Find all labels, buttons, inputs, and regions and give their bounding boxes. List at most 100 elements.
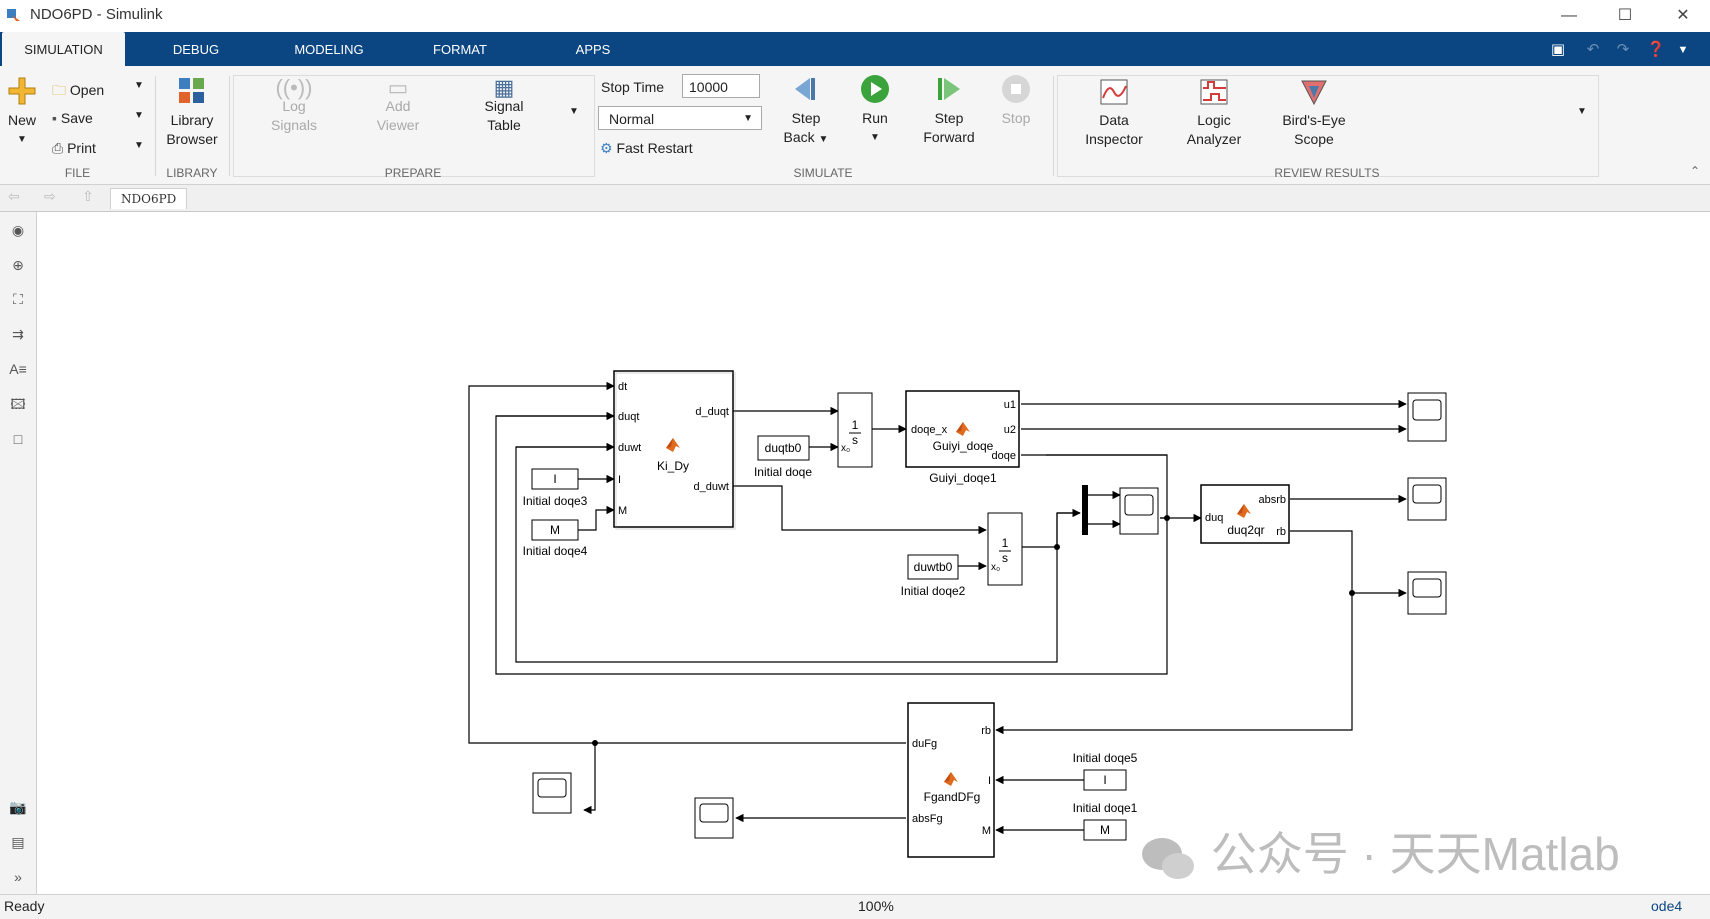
- constant-block[interactable]: duqtb0 Initial doqe: [754, 435, 812, 479]
- save-button[interactable]: ▪ Save: [52, 110, 93, 126]
- hide-show-icon[interactable]: ◉: [8, 220, 28, 240]
- explorer-panel-icon[interactable]: ▤: [8, 832, 28, 852]
- step-forward-icon: [938, 78, 960, 100]
- open-dropdown[interactable]: ▼: [134, 80, 144, 91]
- annotation-icon[interactable]: A≡: [8, 359, 28, 379]
- model-canvas[interactable]: dt duqt duwt I M d_duqt d_duwt Ki_Dy I I…: [37, 212, 1710, 894]
- scope-block[interactable]: [1407, 571, 1447, 615]
- save-icon[interactable]: ▣: [1547, 40, 1569, 60]
- simulation-mode-select[interactable]: Normal ▼: [598, 106, 762, 130]
- scope-block[interactable]: [1407, 392, 1447, 442]
- breadcrumb[interactable]: NDO6PD: [110, 188, 188, 209]
- undo-icon[interactable]: ↶: [1582, 40, 1604, 60]
- chevron-down-icon: ▼: [743, 113, 753, 124]
- mux-block[interactable]: [1082, 485, 1088, 535]
- screenshot-icon[interactable]: 📷: [8, 797, 28, 817]
- run-button[interactable]: Run ▼: [846, 74, 904, 147]
- maximize-button[interactable]: ☐: [1608, 4, 1642, 28]
- tab-debug[interactable]: DEBUG: [160, 32, 232, 66]
- new-button[interactable]: New ▼: [4, 76, 40, 149]
- fit-to-view-icon[interactable]: ⛶: [8, 289, 28, 309]
- print-button[interactable]: ⎙ Print: [52, 140, 96, 157]
- port-label: M: [618, 505, 627, 517]
- constant-block[interactable]: duwtb0 Initial doqe2: [901, 554, 966, 598]
- review-gallery-dropdown[interactable]: ▼: [1577, 106, 1587, 117]
- port-label: I: [988, 775, 991, 787]
- birds-eye-scope-button[interactable]: Bird's-Eye Scope: [1268, 78, 1360, 149]
- expand-panel-icon[interactable]: »: [8, 867, 28, 887]
- print-dropdown[interactable]: ▼: [134, 140, 144, 151]
- signal-routing-icon[interactable]: ⇉: [8, 324, 28, 344]
- collapse-ribbon-icon[interactable]: ⌃: [1690, 164, 1700, 178]
- constant-block[interactable]: M Initial doqe1: [1073, 801, 1138, 841]
- data-inspector-button[interactable]: Data Inspector: [1074, 78, 1154, 149]
- svg-text:1: 1: [852, 418, 859, 432]
- log-signals-button[interactable]: ((•)) Log Signals: [262, 77, 326, 135]
- stop-time-input[interactable]: 10000: [682, 74, 760, 98]
- logic-analyzer-button[interactable]: Logic Analyzer: [1174, 78, 1254, 149]
- port-label: duqt: [618, 411, 639, 423]
- help-icon[interactable]: ❓: [1645, 40, 1667, 60]
- tab-format[interactable]: FORMAT: [424, 32, 496, 66]
- minimize-button[interactable]: —: [1552, 4, 1586, 28]
- library-icon: [179, 78, 204, 103]
- port-label: I: [618, 474, 621, 486]
- svg-text:1: 1: [1002, 536, 1009, 550]
- constant-block[interactable]: M Initial doqe4: [523, 519, 588, 558]
- block-name: duq2qr: [1227, 523, 1264, 537]
- stop-button[interactable]: Stop: [988, 74, 1044, 128]
- fast-restart-button[interactable]: ⚙ Fast Restart: [600, 140, 693, 157]
- back-arrow-icon[interactable]: ⇦: [8, 188, 20, 205]
- open-button[interactable]: 🗀 Open: [52, 80, 104, 104]
- tab-apps[interactable]: APPS: [563, 32, 623, 66]
- block-caption: Guiyi_doqe1: [929, 471, 997, 485]
- step-back-button[interactable]: Step Back ▼: [776, 74, 836, 149]
- file-section-label: FILE: [64, 166, 91, 180]
- constant-block[interactable]: I Initial doqe3: [523, 468, 588, 508]
- tab-simulation[interactable]: SIMULATION: [2, 32, 125, 66]
- scope-block[interactable]: [1407, 477, 1447, 521]
- add-viewer-button[interactable]: ▭ Add Viewer: [366, 77, 430, 135]
- signal-table-button[interactable]: ▦ Signal Table: [472, 75, 536, 135]
- guiyi-doqe-block[interactable]: doqe_x u1 u2 doqe Guiyi_doqe Guiyi_doqe1: [905, 390, 1020, 485]
- window-title: NDO6PD - Simulink: [30, 6, 163, 23]
- prepare-gallery-dropdown[interactable]: ▼: [569, 106, 579, 117]
- port-label: d_duqt: [695, 406, 729, 418]
- integrator-block[interactable]: 1 s x₀: [987, 512, 1023, 586]
- forward-arrow-icon[interactable]: ⇨: [44, 188, 56, 205]
- image-icon[interactable]: 🖾: [8, 394, 28, 414]
- tab-modeling[interactable]: MODELING: [285, 32, 373, 66]
- svg-text:M: M: [550, 523, 560, 537]
- library-browser-button[interactable]: Library Browser: [160, 76, 224, 149]
- canvas-palette: ◉ ⊕ ⛶ ⇉ A≡ 🖾 □ 📷 ▤ »: [0, 212, 37, 894]
- new-icon: [8, 77, 36, 105]
- new-label: New: [7, 112, 36, 128]
- close-button[interactable]: ✕: [1666, 4, 1700, 28]
- port-label: absrb: [1258, 494, 1286, 506]
- step-forward-button[interactable]: Step Forward: [912, 74, 986, 147]
- solver-link[interactable]: ode4: [1651, 898, 1682, 914]
- chevron-down-icon[interactable]: ▼: [1672, 40, 1694, 60]
- printer-icon: ⎙: [52, 140, 64, 156]
- constant-block[interactable]: I Initial doqe5: [1073, 751, 1138, 791]
- fganddfg-block[interactable]: duFg absFg rb I M FgandDFg: [907, 702, 995, 858]
- scope-block[interactable]: [1119, 487, 1159, 535]
- up-arrow-icon[interactable]: ⇧: [82, 188, 94, 205]
- scope-block[interactable]: [694, 797, 734, 839]
- scope-block[interactable]: [532, 772, 572, 814]
- duq2qr-block[interactable]: duq absrb rb duq2qr: [1200, 484, 1290, 544]
- watermark: 公众号 · 天天Matlab: [1138, 818, 1620, 884]
- area-icon[interactable]: □: [8, 429, 28, 449]
- port-label: rb: [1276, 526, 1286, 538]
- redo-icon[interactable]: ↷: [1612, 40, 1634, 60]
- integrator-block[interactable]: 1 s x₀: [837, 392, 873, 468]
- ribbon-toolstrip: New ▼ 🗀 Open ▼ ▪ Save ▼ ⎙ Print ▼ FILE L…: [0, 66, 1710, 185]
- save-dropdown[interactable]: ▼: [134, 110, 144, 121]
- ki-dy-block[interactable]: dt duqt duwt I M d_duqt d_duwt Ki_Dy: [613, 370, 736, 530]
- port-label: u1: [1004, 399, 1016, 411]
- svg-text:s: s: [1002, 551, 1008, 565]
- table-icon: ▦: [493, 75, 515, 100]
- wechat-icon: [1142, 837, 1194, 879]
- zoom-icon[interactable]: ⊕: [8, 255, 28, 275]
- block-caption: Initial doqe4: [523, 544, 588, 558]
